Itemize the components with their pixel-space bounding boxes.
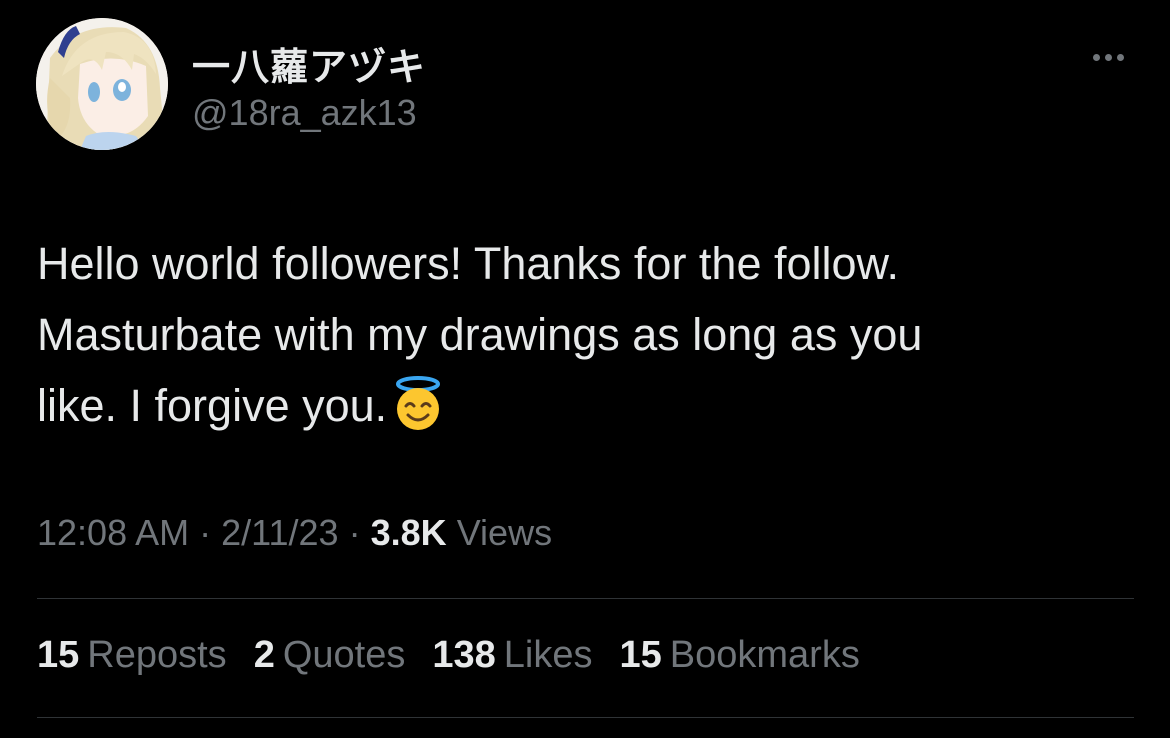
- author-display-name[interactable]: 一八蘿アヅキ: [192, 36, 426, 91]
- meta-separator: ·: [199, 512, 212, 553]
- tweet-meta: 12:08 AM · 2/11/23 · 3.8K Views: [37, 512, 552, 554]
- likes-stat[interactable]: 138 Likes: [432, 634, 592, 677]
- more-dot: [1116, 53, 1124, 61]
- views-count: 3.8K: [370, 512, 447, 553]
- meta-separator: ·: [348, 512, 361, 553]
- divider: [37, 717, 1134, 718]
- bookmarks-stat[interactable]: 15 Bookmarks: [619, 634, 859, 677]
- bookmarks-label: Bookmarks: [669, 634, 860, 676]
- anime-girl-avatar-icon: [36, 18, 168, 150]
- tweet-text-line: Hello world followers! Thanks for the fo…: [37, 238, 900, 289]
- more-options-button[interactable]: [1080, 40, 1136, 74]
- reposts-stat[interactable]: 15 Reposts: [37, 634, 227, 677]
- tweet-date[interactable]: 2/11/23: [221, 512, 338, 553]
- reposts-count: 15: [37, 634, 80, 676]
- smiling-face-with-halo-icon: [389, 375, 447, 433]
- more-horizontal-icon: [1092, 53, 1100, 61]
- tweet-text: Hello world followers! Thanks for the fo…: [37, 228, 1127, 441]
- avatar[interactable]: [36, 18, 168, 150]
- reposts-label: Reposts: [87, 634, 227, 676]
- tweet-text-line: like. I forgive you.: [37, 380, 388, 431]
- author-handle[interactable]: @18ra_azk13: [192, 92, 417, 134]
- engagement-stats: 15 Reposts 2 Quotes 138 Likes 15 Bookmarks: [37, 634, 860, 677]
- tweet-detail: 一八蘿アヅキ @18ra_azk13 Hello world followers…: [0, 0, 1170, 738]
- tweet-text-line: Masturbate with my drawings as long as y…: [37, 309, 923, 360]
- likes-label: Likes: [503, 634, 593, 676]
- tweet-time[interactable]: 12:08 AM: [37, 512, 189, 553]
- quotes-stat[interactable]: 2 Quotes: [254, 634, 406, 677]
- likes-count: 138: [432, 634, 496, 676]
- quotes-count: 2: [253, 634, 275, 676]
- bookmarks-count: 15: [619, 634, 662, 676]
- views-label: Views: [456, 512, 553, 553]
- divider: [37, 598, 1134, 599]
- more-dot: [1104, 53, 1112, 61]
- quotes-label: Quotes: [282, 634, 406, 676]
